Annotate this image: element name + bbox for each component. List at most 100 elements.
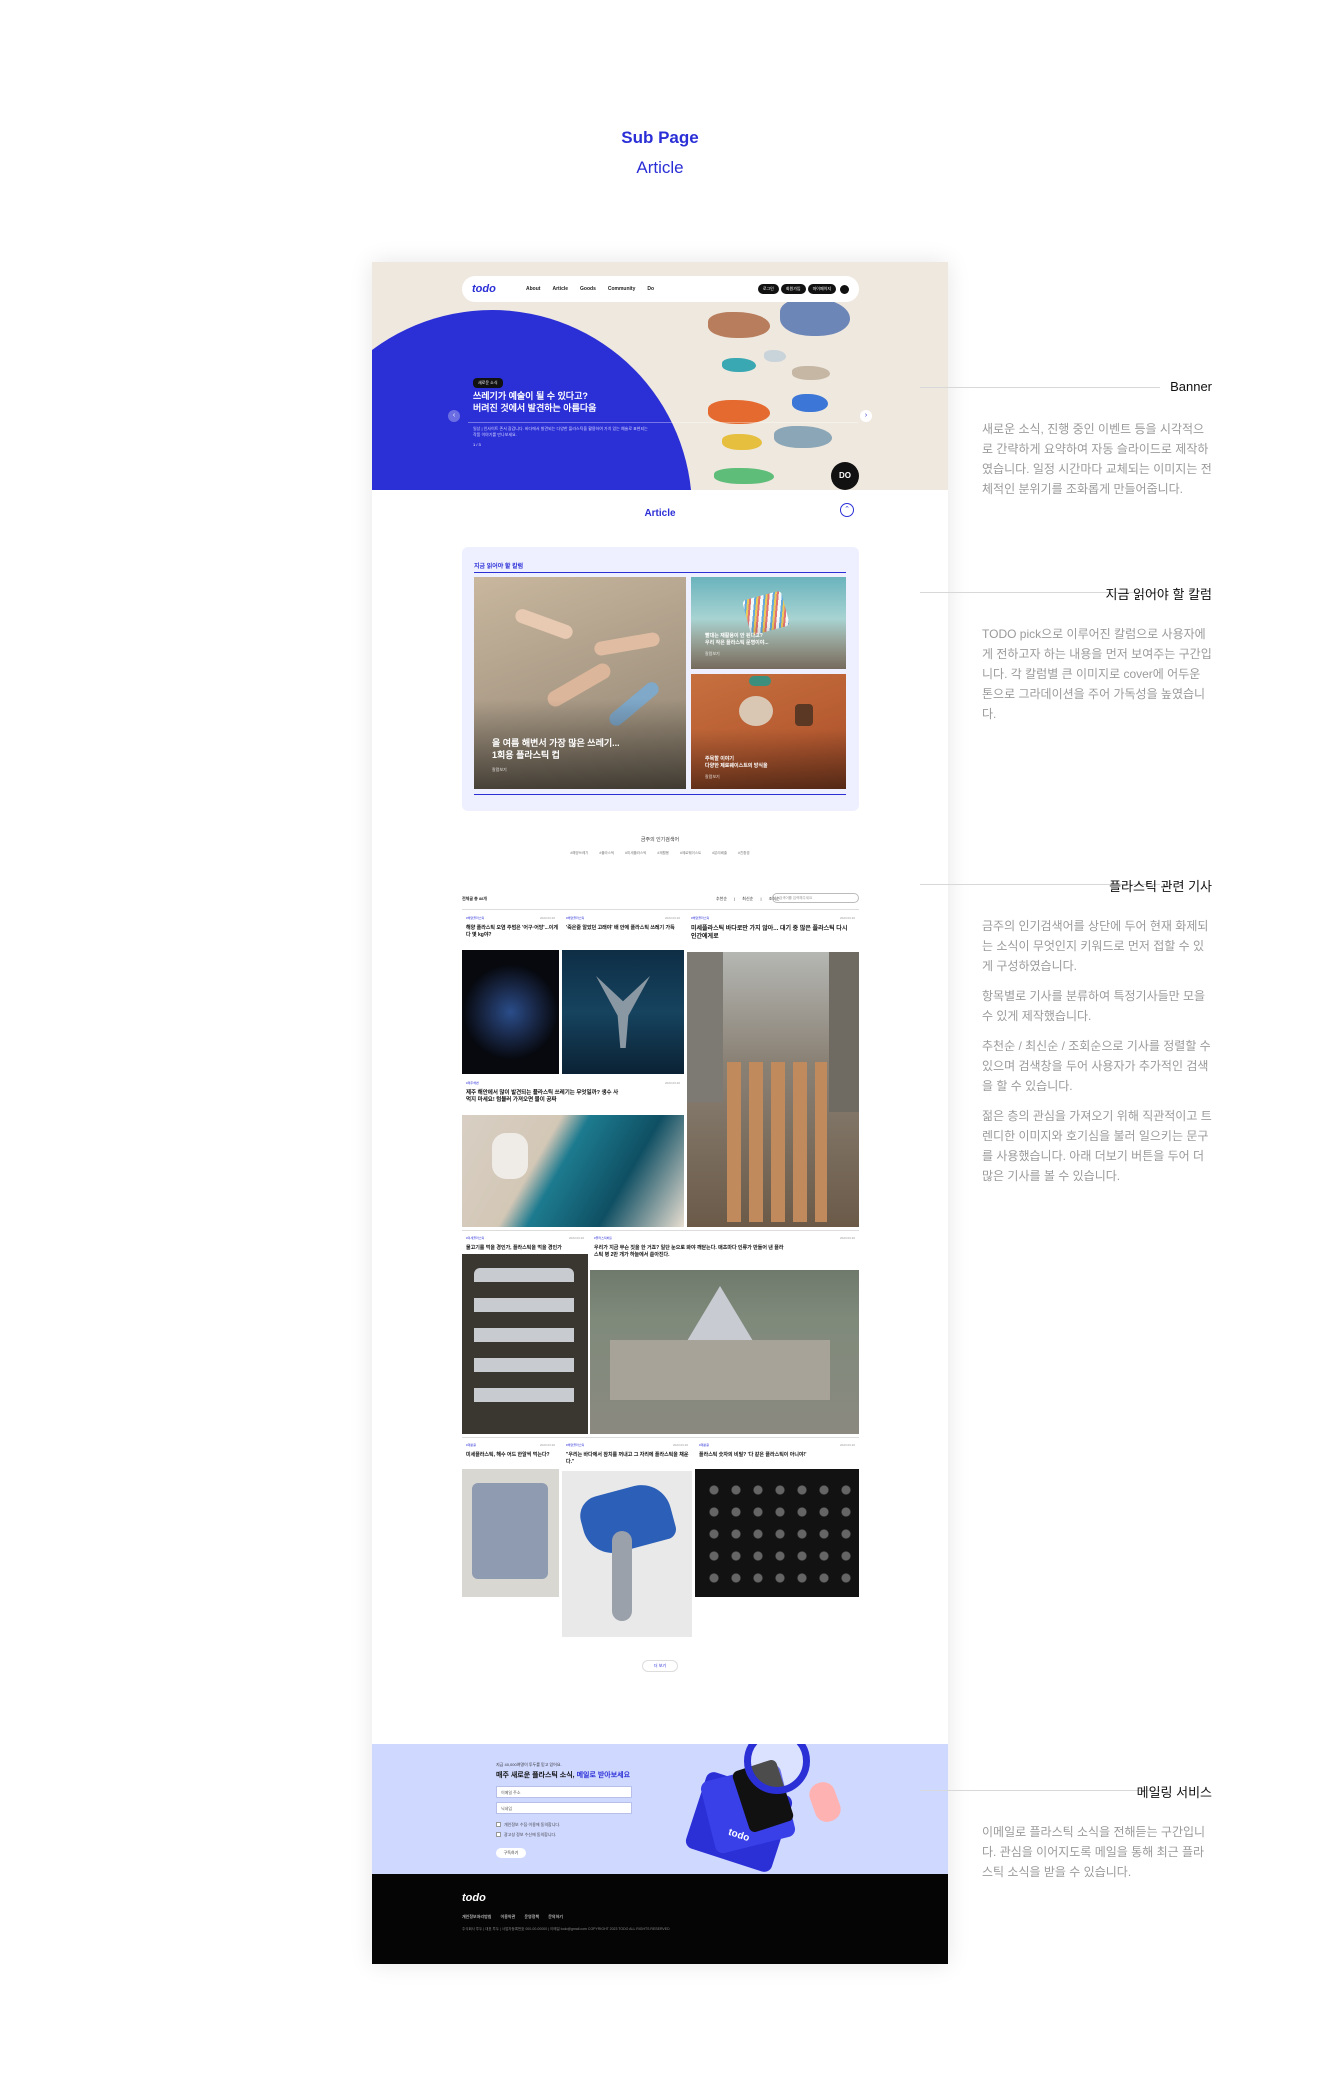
sort-options[interactable]: 추천순 | 최신순 | 조회순 <box>716 896 780 902</box>
login-button[interactable]: 로그인 <box>757 284 779 294</box>
article-title: 플라스틱 숫자의 비밀? '다 같은 플라스틱이 아니야!' <box>699 1452 807 1458</box>
article-category: #재활용 <box>466 1443 476 1447</box>
article-card[interactable]: #제주해변 2023.03.26 제주 해안에서 많이 발견되는 플라스틱 쓰레… <box>462 1077 684 1227</box>
checkbox-icon[interactable] <box>496 1832 501 1838</box>
article-title: "우리는 바다에서 참치를 꺼내고 그 자리에 플라스틱을 채운다." <box>566 1452 689 1465</box>
fish-art <box>722 434 762 450</box>
pick-s2-title-line2: 다양한 제로웨이스트의 방식을 <box>705 763 768 769</box>
pick-divider-bottom <box>474 794 846 795</box>
article-date: 2023.03.26 <box>839 1236 855 1240</box>
annotation-desc: TODO pick으로 이루어진 칼럼으로 사용자에게 전하고자 하는 내용을 … <box>982 624 1212 734</box>
article-title: 미세플라스틱, 해수 어드 한알씩 먹는다? <box>466 1452 550 1458</box>
banner-tag: 새로운 소식 <box>473 378 503 388</box>
article-title: 우리가 지금 무슨 짓을 한 거죠? 일단 눈으로 봐야 깨닫는다. 매초마다 … <box>594 1245 784 1258</box>
subscribe-button[interactable]: 구독하기 <box>496 1848 526 1858</box>
search-icon[interactable] <box>840 284 849 294</box>
article-date: 2023.03.26 <box>672 1443 688 1447</box>
nav-item-about[interactable]: About <box>526 286 540 292</box>
keyword-list[interactable]: #해양쓰레기 #플라스틱 #미세플라스틱 #재활용 #제로웨이스트 #분리배출 … <box>372 851 948 856</box>
article-category: #제주해변 <box>466 1081 479 1085</box>
article-date: 2023.03.26 <box>568 1236 584 1240</box>
footer: todo 개인정보처리방침 이용약관 운영정책 문의하기 주식회사 투두 | 대… <box>372 1874 948 1964</box>
nav-item-goods[interactable]: Goods <box>580 286 596 292</box>
article-card[interactable]: #해양플라스틱 2023.03.26 미세플라스틱 바다로만 가지 않아... … <box>687 912 859 1227</box>
pick-big-title-line2: 1회용 플라스틱 컵 <box>492 750 560 760</box>
newsletter-section: 지금 40,000여명이 투두를 믿고 있어요. 매주 새로운 플라스틱 소식,… <box>372 1744 948 1874</box>
building-block <box>610 1340 830 1400</box>
newsletter-title: 매주 새로운 플라스틱 소식, 메일로 받아보세요 <box>496 1770 630 1780</box>
article-category: #재활용 <box>699 1443 709 1447</box>
buildings <box>829 952 859 1112</box>
top-nav: todo About Article Goods Community Do 로그… <box>462 276 859 302</box>
nav-menu: About Article Goods Community Do <box>526 286 654 292</box>
toolbar-divider <box>462 909 859 910</box>
nickname-field[interactable]: 닉네임 <box>496 1802 632 1814</box>
checkbox-icon[interactable] <box>496 1822 501 1828</box>
page-subtitle: Article <box>636 158 684 177</box>
footer-menu[interactable]: 개인정보처리방침 이용약관 운영정책 문의하기 <box>462 1914 563 1920</box>
article-image <box>695 1469 859 1597</box>
row-divider <box>462 1230 859 1231</box>
newsletter-small: 지금 40,000여명이 투두를 믿고 있어요. <box>496 1762 562 1767</box>
article-date: 2023.03.26 <box>839 1443 855 1447</box>
article-card[interactable]: #해양플라스틱 2023.03.26 "우리는 바다에서 참치를 꺼내고 그 자… <box>562 1439 692 1637</box>
annotation-title: Banner <box>1170 379 1212 394</box>
article-title: 미세플라스틱 바다로만 가지 않아... 대기 중 많은 플라스틱 다시 인간에… <box>691 926 848 940</box>
pick-big-title: 올 여름 해변서 가장 많은 쓰레기... 1회용 플라스틱 컵 <box>492 737 682 761</box>
pick-s1-title: 빨대는 재활용이 안 된다고? 우리 작은 플라스틱 문명이야... <box>705 633 769 647</box>
prev-slide-icon[interactable]: ‹ <box>448 410 460 422</box>
beach-person <box>513 607 575 641</box>
annotation-line <box>920 1790 1160 1791</box>
article-card[interactable]: #미세플라스틱 2023.03.26 물고기를 먹을 경인가, 플라스틱을 먹을… <box>462 1232 588 1434</box>
article-card[interactable]: #플라스틱배출 2023.03.26 우리가 지금 무슨 짓을 한 거죠? 일단… <box>590 1232 859 1434</box>
footer-logo[interactable]: todo <box>462 1892 486 1904</box>
pick-small-card-1[interactable]: 빨대는 재활용이 안 된다고? 우리 작은 플라스틱 문명이야... 칼럼보기 <box>691 577 846 669</box>
article-card[interactable]: #해양플라스틱 2023.03.26 '죽은줄 알았던 고래야' 배 안에 플라… <box>562 912 684 1074</box>
do-button[interactable]: DO <box>831 462 859 490</box>
pick-s2-sub: 칼럼보기 <box>705 774 720 779</box>
article-title: 제주 해안에서 많이 발견되는 플라스틱 쓰레기는 무엇일까? 생수 사먹지 마… <box>466 1090 619 1103</box>
pick-big-title-line1: 올 여름 해변서 가장 많은 쓰레기... <box>492 738 620 748</box>
banner-title-line2: 버려진 것에서 발견하는 아름다움 <box>473 403 597 413</box>
signup-button[interactable]: 회원가입 <box>780 284 806 294</box>
search-input[interactable]: 검색어를 입력해주세요 <box>772 893 859 903</box>
pick-small-card-2[interactable]: 주목할 이야기 다양한 제로웨이스트의 방식을 칼럼보기 <box>691 674 846 789</box>
fish-art <box>780 298 850 336</box>
footer-info: 주식회사 투두 | 대표 투두 | 사업자등록번호 000-00-00000 |… <box>462 1927 670 1931</box>
fish-art <box>774 426 832 448</box>
article-date: 2023.03.26 <box>664 1081 680 1085</box>
annotation-desc: 새로운 소식, 진행 중인 이벤트 등을 시각적으로 간략하게 요약하여 자동 … <box>982 419 1212 509</box>
site-logo[interactable]: todo <box>472 283 510 295</box>
popular-title: 금주의 인기검색어 <box>640 837 680 843</box>
privacy-checkbox[interactable]: 개인정보 수집·이용에 동의합니다. <box>496 1822 560 1828</box>
article-card[interactable]: #재활용 2023.03.26 플라스틱 숫자의 비밀? '다 같은 플라스틱이… <box>695 1439 859 1597</box>
article-image <box>462 1115 684 1227</box>
nav-item-do[interactable]: Do <box>647 286 654 292</box>
hand-illustration <box>805 1778 845 1826</box>
article-card[interactable]: #재활용 2023.03.26 미세플라스틱, 해수 어드 한알씩 먹는다? <box>462 1439 559 1597</box>
more-button[interactable]: 더 보기 <box>642 1660 678 1672</box>
mypage-button[interactable]: 마이페이지 <box>807 284 836 294</box>
annotation-title: 메일링 서비스 <box>1136 1785 1212 1800</box>
next-slide-icon[interactable]: › <box>860 410 872 422</box>
banner: todo About Article Goods Community Do 로그… <box>372 262 948 490</box>
nav-buttons: 로그인 회원가입 마이페이지 <box>757 284 849 294</box>
annotation-paragraph: TODO pick으로 이루어진 칼럼으로 사용자에게 전하고자 하는 내용을 … <box>982 627 1212 721</box>
nav-item-article[interactable]: Article <box>552 286 568 292</box>
pick-big-sub: 칼럼보기 <box>492 767 507 772</box>
article-category: #해양플라스틱 <box>691 916 710 920</box>
privacy-check-label: 개인정보 수집·이용에 동의합니다. <box>504 1822 561 1827</box>
nav-item-community[interactable]: Community <box>608 286 636 292</box>
article-count: 전체글 총 88개 <box>462 896 488 901</box>
article-card[interactable]: #해양플라스틱 2023.03.26 해양 플라스틱 오염 주범은 '어구·어망… <box>462 912 559 1074</box>
chevron-up-icon[interactable]: ⌃ <box>840 503 854 517</box>
banner-divider <box>468 422 858 423</box>
article-toolbar: 전체글 총 88개 추천순 | 최신순 | 조회순 검색어를 입력해주세요 <box>462 893 859 905</box>
pick-big-card[interactable]: 올 여름 해변서 가장 많은 쓰레기... 1회용 플라스틱 컵 칼럼보기 <box>474 577 686 789</box>
marketing-checkbox[interactable]: 광고성 정보 수신에 동의합니다. <box>496 1832 556 1838</box>
whale-tail <box>596 976 650 1048</box>
banner-title-line1: 쓰레기가 예술이 될 수 있다고? <box>473 391 588 401</box>
people-figures <box>727 1062 827 1222</box>
email-field[interactable]: 이메일 주소 <box>496 1786 632 1798</box>
marketing-check-label: 광고성 정보 수신에 동의합니다. <box>504 1832 557 1837</box>
